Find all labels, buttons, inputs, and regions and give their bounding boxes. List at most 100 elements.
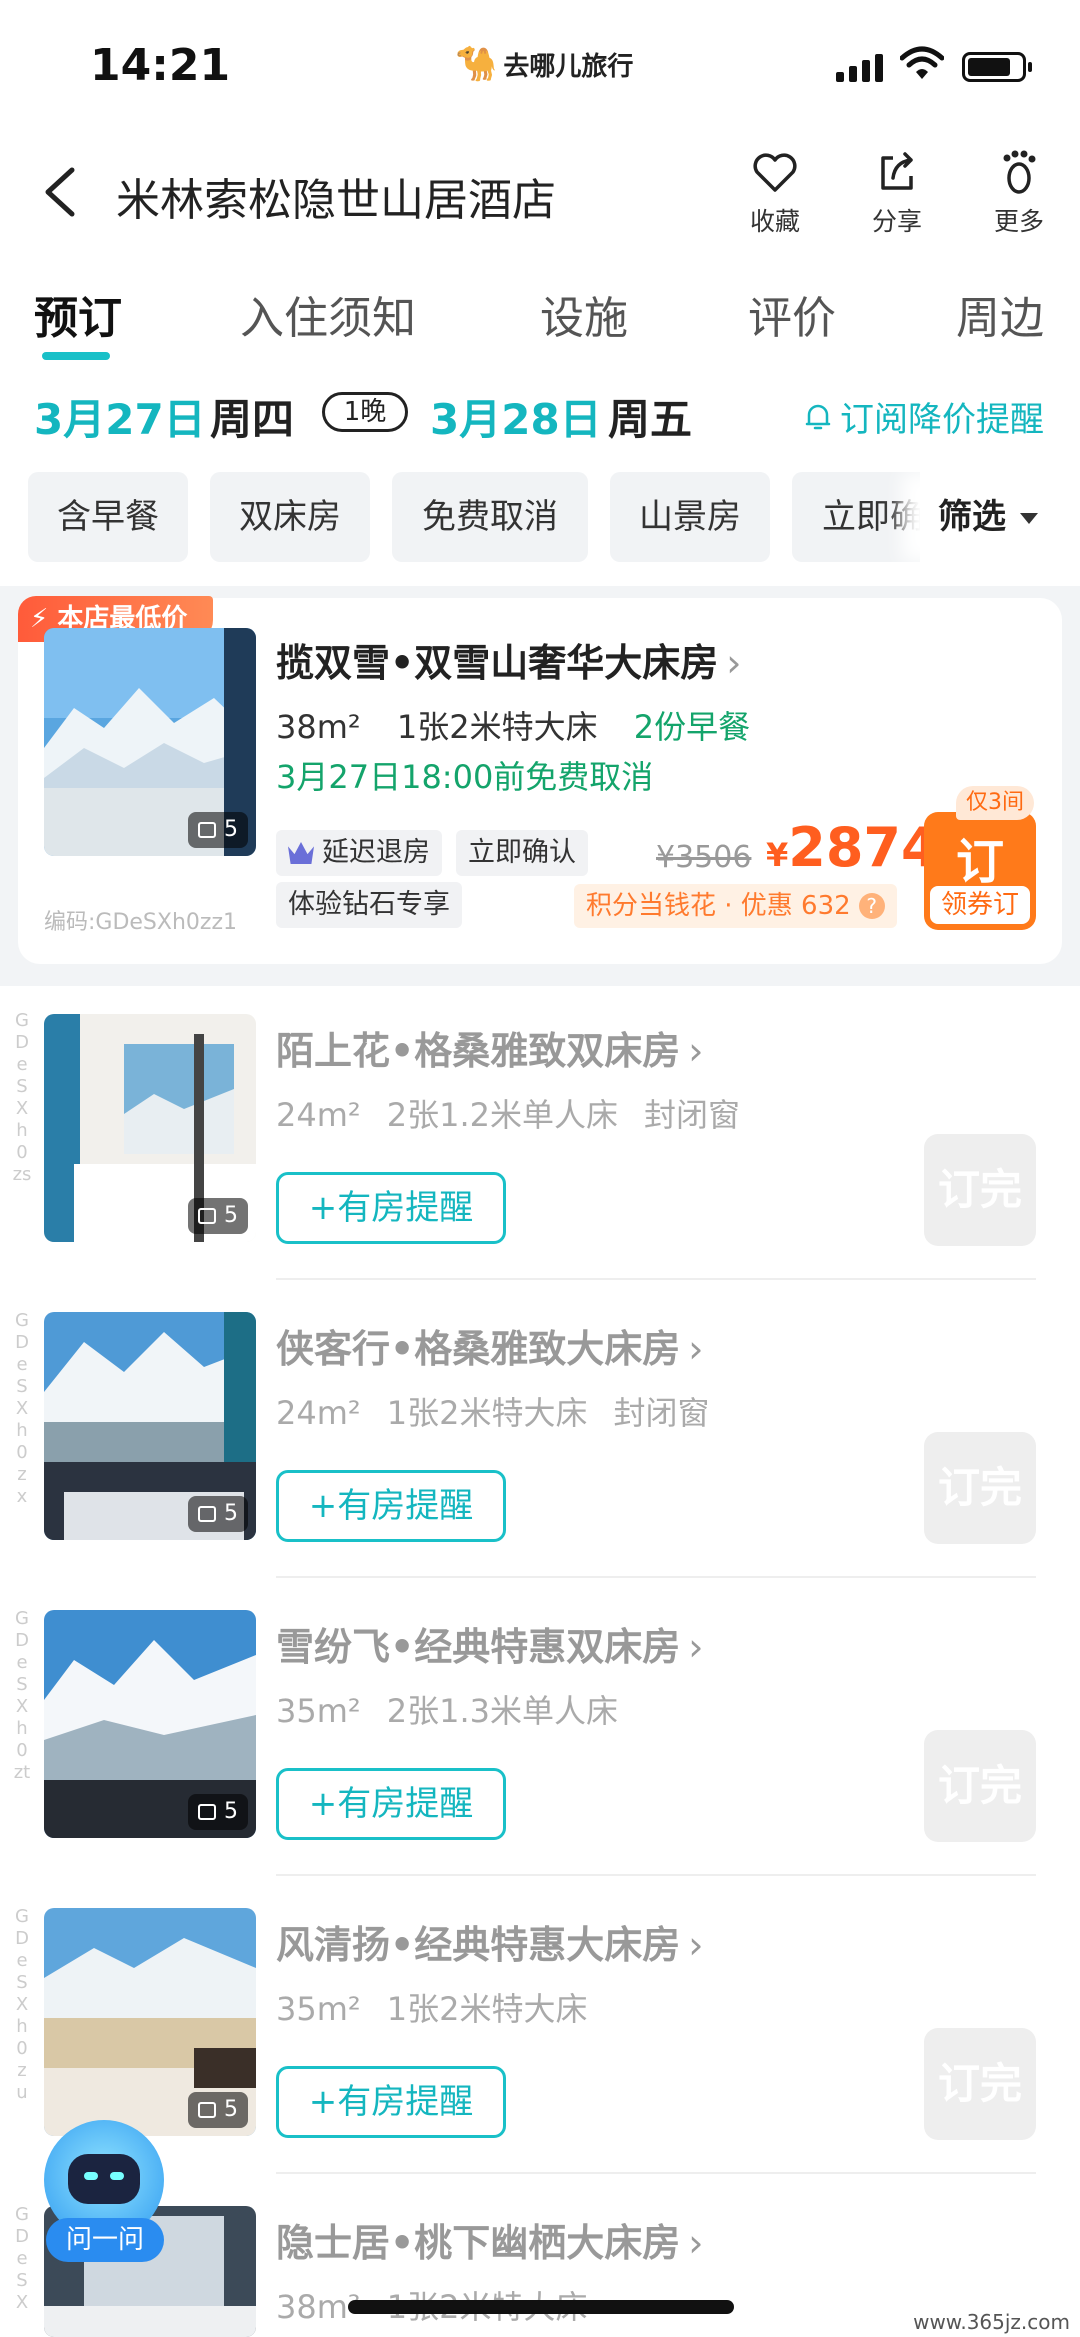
title-bar: 米林索松隐世山居酒店 收藏 分享 更多 (0, 140, 1080, 250)
tag-diamond-exclusive: 体验钻石专享 (276, 882, 462, 928)
ask-assistant-button[interactable]: 问一问 (46, 2218, 164, 2262)
room-name-text: 雪纷飞•经典特惠双床房 (276, 1625, 681, 1669)
room-photo[interactable]: 5 (44, 1610, 256, 1838)
divider (276, 1874, 1036, 1876)
tab-booking[interactable]: 预订 (34, 282, 122, 346)
room-name[interactable]: 雪纷飞•经典特惠双床房 › (276, 1616, 704, 1671)
checkout-weekday: 周五 (608, 395, 693, 444)
divider (276, 1278, 1036, 1280)
availability-reminder-button[interactable]: +有房提醒 (276, 1470, 506, 1542)
room-name-text: 侠客行•格桑雅致大床房 (276, 1327, 681, 1371)
watermark: www.365jz.com (913, 2310, 1070, 2334)
photo-count-number: 5 (224, 817, 238, 842)
room-name-text: 隐士居•桃下幽栖大床房 (276, 2221, 681, 2265)
featured-room-name-text: 揽双雪•双雪山奢华大床房 (276, 641, 719, 685)
chevron-right-icon: › (688, 1029, 704, 1073)
room-specs: 24m² 2张1.2米单人床 封闭窗 (276, 1090, 766, 1136)
caret-down-icon (1020, 513, 1038, 524)
room-bed: 2张1.3米单人床 (386, 1692, 618, 1730)
tab-facilities[interactable]: 设施 (540, 282, 628, 346)
room-area: 24m² (276, 1394, 361, 1432)
room-code: 编码:GDeSXh0zz1 (44, 910, 238, 935)
more-label: 更多 (993, 207, 1044, 236)
tab-nearby[interactable]: 周边 (956, 282, 1044, 346)
room-breakfast: 2份早餐 (633, 708, 751, 746)
room-area: 35m² (276, 1990, 361, 2028)
room-window: 封闭窗 (613, 1394, 710, 1432)
photo-count-number: 5 (224, 1203, 238, 1228)
chevron-right-icon: › (688, 1923, 704, 1967)
chevron-right-icon: › (688, 1327, 704, 1371)
section-tabs: 预订 入住须知 设施 评价 周边 (0, 270, 1080, 360)
heart-icon (753, 153, 797, 192)
divider (276, 2172, 1036, 2174)
tab-checkin-notice[interactable]: 入住须知 (240, 282, 416, 346)
featured-room-name[interactable]: 揽双雪•双雪山奢华大床房 › (276, 632, 742, 687)
availability-reminder-button[interactable]: +有房提醒 (276, 1172, 506, 1244)
favorite-button[interactable]: 收藏 (730, 146, 820, 238)
book-label: 订 (955, 834, 1004, 890)
room-code-vertical: GDeSX (15, 2204, 29, 2313)
chevron-right-icon: › (726, 641, 742, 685)
featured-room-photo[interactable]: 5 (44, 628, 256, 856)
camel-logo-icon: 🐪 (455, 44, 498, 84)
chip-breakfast[interactable]: 含早餐 (28, 472, 188, 562)
book-button[interactable]: 订 领券订 (924, 812, 1036, 930)
room-code-vertical: GDeSXh0zt (13, 1608, 31, 1783)
checkin-weekday: 周四 (210, 395, 295, 444)
room-photo[interactable]: 5 (44, 1908, 256, 2136)
room-photo[interactable]: 5 (44, 1312, 256, 1540)
photo-count: 5 (188, 2092, 248, 2128)
availability-reminder-button[interactable]: +有房提醒 (276, 2066, 506, 2138)
points-discount-text: 积分当钱花 · 优惠 632 (586, 891, 851, 921)
chip-free-cancel[interactable]: 免费取消 (392, 472, 588, 562)
price-alert-link[interactable]: 订阅降价提醒 (804, 392, 1044, 441)
room-code-vertical: GDeSXh0zs (12, 1010, 32, 1185)
featured-room-specs: 38m² 1张2米特大床 2份早餐 (276, 702, 776, 748)
availability-reminder-button[interactable]: +有房提醒 (276, 1768, 506, 1840)
bell-icon (805, 404, 831, 429)
room-code-vertical: GDeSXh0zx (15, 1310, 29, 1507)
photo-count: 5 (188, 1198, 248, 1234)
brand-name: 去哪儿旅行 (503, 51, 634, 82)
photo-count-number: 5 (224, 1799, 238, 1824)
home-indicator[interactable] (348, 2300, 734, 2314)
share-icon (881, 152, 913, 190)
chip-twin[interactable]: 双床房 (210, 472, 370, 562)
tag-late-checkout-text: 延迟退房 (322, 837, 430, 868)
room-area: 24m² (276, 1096, 361, 1134)
filter-label: 筛选 (938, 497, 1006, 537)
coupon-book-label: 领券订 (930, 886, 1030, 924)
battery-icon (962, 52, 1032, 82)
image-icon (198, 822, 216, 838)
photo-count: 5 (188, 812, 248, 848)
price-number: 2874 (788, 816, 939, 879)
sold-out-button: 订完 (924, 1730, 1036, 1842)
chevron-right-icon: › (688, 2221, 704, 2265)
checkout-date[interactable]: 3月28日 (430, 386, 602, 447)
wifi-icon (900, 46, 944, 79)
room-name[interactable]: 侠客行•格桑雅致大床房 › (276, 1318, 704, 1373)
room-name-text: 陌上花•格桑雅致双床房 (276, 1029, 681, 1073)
tag-instant-confirm: 立即确认 (456, 830, 588, 876)
image-icon (198, 2102, 216, 2118)
room-name[interactable]: 陌上花•格桑雅致双床房 › (276, 1020, 704, 1075)
room-bed: 1张2米特大床 (396, 708, 598, 746)
divider (276, 1576, 1036, 1578)
tab-reviews[interactable]: 评价 (748, 282, 836, 346)
room-name[interactable]: 隐士居•桃下幽栖大床房 › (276, 2212, 704, 2267)
room-photo[interactable]: 5 (44, 1014, 256, 1242)
back-icon[interactable] (36, 162, 86, 222)
favorite-label: 收藏 (749, 207, 800, 236)
room-name[interactable]: 风清扬•经典特惠大床房 › (276, 1914, 704, 1969)
rooms-left-badge: 仅3间 (956, 786, 1034, 820)
filter-button[interactable]: 筛选 (920, 472, 1080, 562)
room-name-text: 风清扬•经典特惠大床房 (276, 1923, 681, 1967)
share-button[interactable]: 分享 (852, 146, 942, 238)
points-discount[interactable]: 积分当钱花 · 优惠 632? (574, 884, 897, 928)
help-icon: ? (858, 893, 885, 919)
checkin-date[interactable]: 3月27日 (34, 386, 206, 447)
date-selector[interactable]: 3月27日 周四 1晚 3月28日 周五 订阅降价提醒 (0, 376, 1080, 456)
chip-mountain-view[interactable]: 山景房 (610, 472, 770, 562)
more-button[interactable]: 更多 (974, 146, 1064, 238)
